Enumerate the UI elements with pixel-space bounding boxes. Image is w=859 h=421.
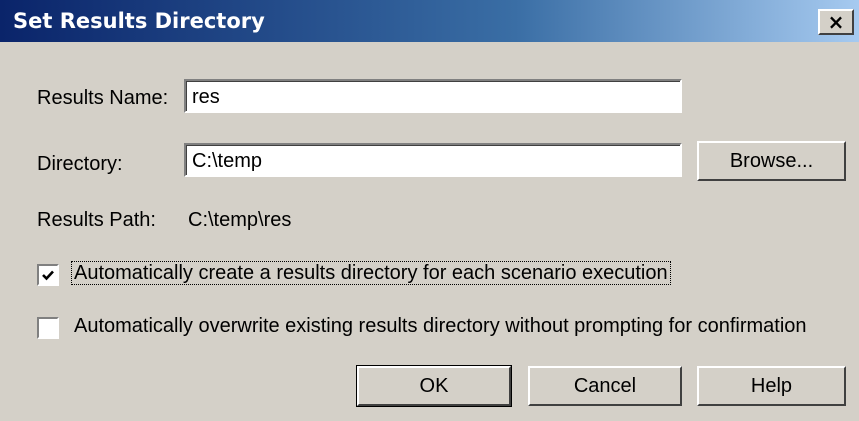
browse-button[interactable]: Browse... <box>697 141 846 181</box>
results-path-value: C:\temp\res <box>188 209 292 231</box>
results-name-value: res <box>192 86 220 108</box>
close-button[interactable]: × <box>818 9 854 35</box>
results-path-label: Results Path: <box>37 209 156 231</box>
results-name-label: Results Name: <box>37 87 169 109</box>
auto-overwrite-checkbox[interactable] <box>37 317 59 339</box>
cancel-button[interactable]: Cancel <box>528 366 682 406</box>
auto-create-label-text: Automatically create a results directory… <box>71 261 671 285</box>
checkmark-icon <box>42 270 54 281</box>
title-bar[interactable]: Set Results Directory × <box>0 0 859 42</box>
directory-value: C:\temp <box>192 150 263 172</box>
auto-overwrite-label[interactable]: Automatically overwrite existing results… <box>74 315 807 338</box>
directory-input[interactable]: C:\temp <box>184 143 682 177</box>
close-icon: × <box>827 10 845 34</box>
ok-button[interactable]: OK <box>356 365 512 407</box>
help-button[interactable]: Help <box>697 366 846 406</box>
results-name-input[interactable]: res <box>184 79 682 113</box>
auto-create-checkbox[interactable] <box>37 264 59 286</box>
directory-label: Directory: <box>37 153 123 175</box>
window-title: Set Results Directory <box>13 9 265 33</box>
auto-create-label[interactable]: Automatically create a results directory… <box>71 261 671 285</box>
